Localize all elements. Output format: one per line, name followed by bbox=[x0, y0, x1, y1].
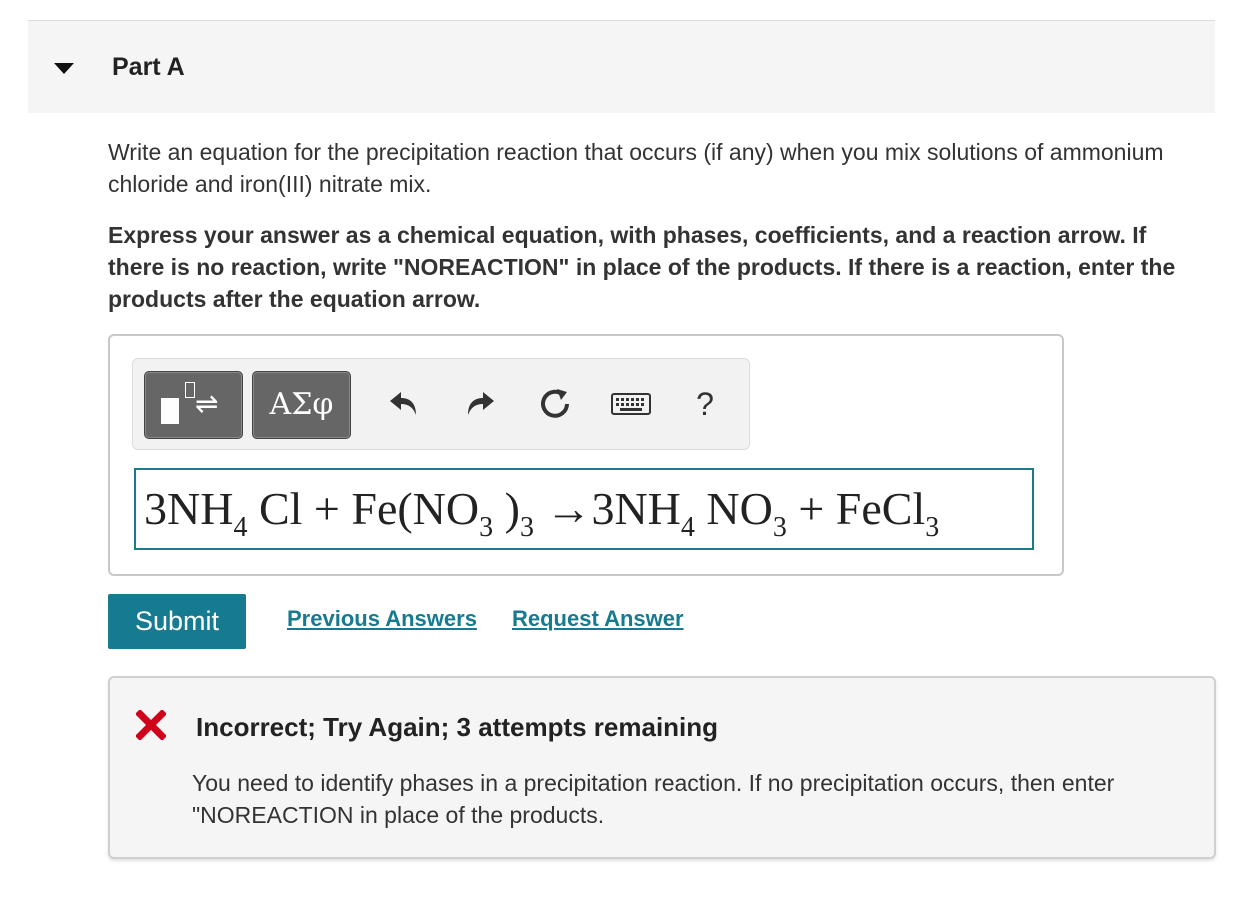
keyboard-icon[interactable] bbox=[609, 379, 653, 429]
eq-text: ) bbox=[493, 483, 520, 534]
eq-text: + FeCl bbox=[786, 483, 926, 534]
equation-toolbar: ⇌ ΑΣφ ? bbox=[132, 358, 750, 450]
eq-text: Cl + Fe(NO bbox=[247, 483, 480, 534]
eq-text: →3NH bbox=[533, 483, 681, 534]
templates-icon bbox=[161, 398, 179, 424]
collapse-caret-icon[interactable] bbox=[54, 63, 74, 74]
symbols-button[interactable]: ΑΣφ bbox=[252, 371, 351, 439]
part-title: Part A bbox=[112, 53, 185, 81]
feedback-message: You need to identify phases in a precipi… bbox=[192, 770, 1115, 828]
eq-subscript: 3 bbox=[925, 512, 940, 543]
templates-button[interactable]: ⇌ bbox=[144, 371, 243, 439]
previous-answers-link[interactable]: Previous Answers bbox=[287, 606, 477, 632]
equilibrium-arrows-icon: ⇌ bbox=[195, 388, 219, 419]
undo-icon[interactable] bbox=[381, 379, 425, 429]
answer-area: ⇌ ΑΣφ ? 3NH4 Cl + Fe(NO3)3 →3NH4 NO3 + … bbox=[108, 334, 1064, 576]
incorrect-x-icon bbox=[135, 709, 167, 745]
eq-text: NO bbox=[694, 483, 773, 534]
answer-instructions: Express your answer as a chemical equati… bbox=[108, 222, 1176, 312]
template-box-icon bbox=[185, 382, 195, 398]
eq-subscript: 3 bbox=[772, 512, 787, 543]
help-button[interactable]: ? bbox=[683, 379, 727, 429]
eq-subscript: 4 bbox=[233, 512, 248, 543]
feedback-title: Incorrect; Try Again; 3 attempts remaini… bbox=[196, 712, 719, 742]
feedback-panel: Incorrect; Try Again; 3 attempts remaini… bbox=[108, 676, 1216, 859]
reset-icon[interactable] bbox=[533, 379, 577, 429]
question-text: Write an equation for the precipitation … bbox=[108, 139, 1164, 197]
eq-subscript: 3 bbox=[519, 512, 534, 543]
request-answer-link[interactable]: Request Answer bbox=[512, 606, 684, 632]
eq-subscript: 4 bbox=[680, 512, 695, 543]
submit-button[interactable]: Submit bbox=[108, 594, 246, 649]
eq-text: 3NH bbox=[144, 483, 234, 534]
redo-icon[interactable] bbox=[459, 379, 503, 429]
part-header[interactable]: Part A bbox=[28, 21, 1215, 113]
eq-subscript: 3 bbox=[479, 512, 494, 543]
equation-input[interactable]: 3NH4 Cl + Fe(NO3 )3 →3NH4 NO3 + FeCl3 bbox=[134, 468, 1034, 550]
